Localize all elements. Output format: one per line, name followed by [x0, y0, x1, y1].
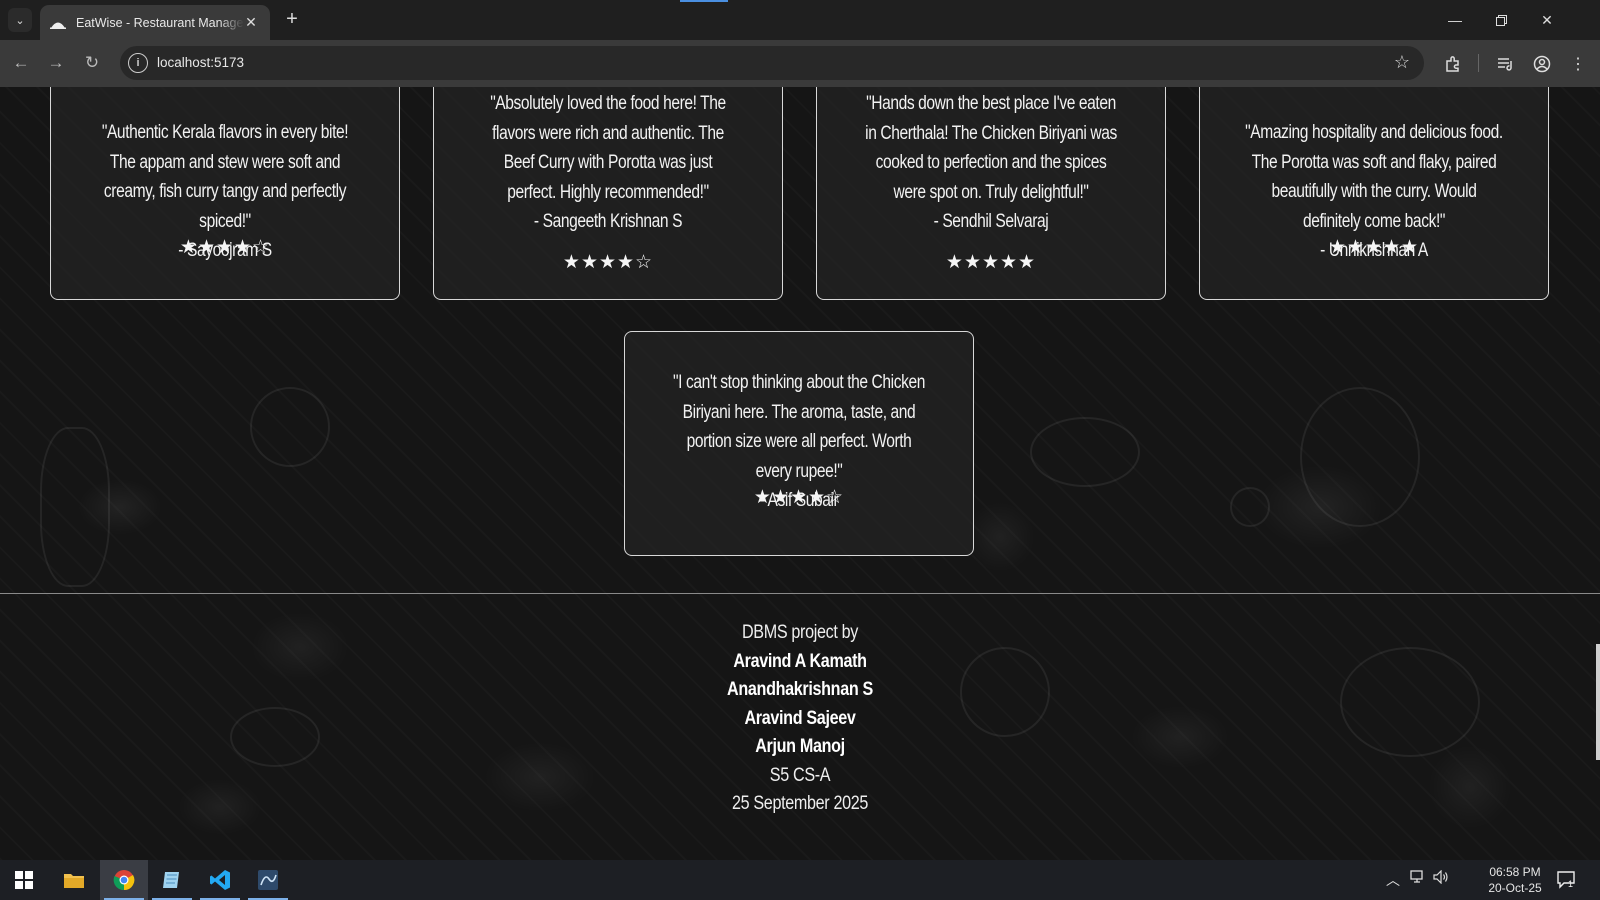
forward-arrow-icon[interactable]: →: [43, 50, 69, 76]
minimize-icon[interactable]: —: [1432, 0, 1478, 40]
bookmark-star-icon[interactable]: ☆: [1394, 52, 1410, 73]
review-quote: "Absolutely loved the food here! The fla…: [490, 93, 726, 203]
star-rating: ★★★★★: [1328, 237, 1420, 258]
star-rating: ★★★★☆: [179, 237, 271, 258]
toolbar-divider: [1478, 54, 1479, 72]
review-quote: "I can't stop thinking about the Chicken…: [673, 372, 925, 482]
background-doodle: [1300, 387, 1420, 527]
review-card: "Absolutely loved the food here! The fla…: [433, 87, 783, 300]
database-workbench-icon[interactable]: [244, 860, 292, 900]
tab-strip-accent: [680, 0, 728, 2]
star-rating: ★★★★☆: [562, 252, 654, 273]
tab-favicon-icon: [50, 15, 66, 31]
footer-class: S5 CS-A: [769, 764, 831, 786]
review-card: "Amazing hospitality and delicious food.…: [1199, 87, 1549, 300]
taskbar: ︿ 06:58 PM 20-Oct-25 1: [0, 860, 1600, 900]
chrome-taskbar-icon[interactable]: [100, 860, 148, 900]
new-tab-button[interactable]: +: [280, 8, 304, 32]
browser-tab[interactable]: EatWise - Restaurant Management ✕: [40, 5, 270, 40]
background-doodle: [1230, 487, 1270, 527]
site-info-icon[interactable]: i: [128, 53, 148, 73]
team-member: Anandhakrishnan S: [727, 679, 873, 700]
footer: DBMS project by Aravind A Kamath Anandha…: [0, 619, 1600, 819]
review-card: "Hands down the best place I've eaten in…: [816, 87, 1166, 300]
page-content: "Authentic Kerala flavors in every bite!…: [0, 87, 1600, 860]
close-window-icon[interactable]: ✕: [1524, 0, 1570, 40]
page-scrollbar-thumb[interactable]: [1596, 644, 1600, 760]
review-quote: "Amazing hospitality and delicious food.…: [1245, 122, 1503, 232]
address-bar[interactable]: i localhost:5173 ☆: [120, 46, 1424, 80]
tab-title: EatWise - Restaurant Management: [76, 15, 244, 30]
review-quote: "Authentic Kerala flavors in every bite!…: [101, 122, 349, 232]
browser-menu-icon[interactable]: ⋮: [1566, 52, 1590, 76]
file-explorer-icon[interactable]: [50, 860, 98, 900]
show-hidden-icons-chevron-icon[interactable]: ︿: [1386, 870, 1400, 890]
system-clock[interactable]: 06:58 PM 20-Oct-25: [1478, 864, 1552, 896]
extensions-icon[interactable]: [1441, 52, 1465, 76]
notification-count: 1: [1568, 879, 1574, 889]
team-member: Arjun Manoj: [755, 736, 845, 757]
clock-date: 20-Oct-25: [1488, 881, 1542, 895]
tab-search-chevron-icon[interactable]: ⌄: [8, 8, 32, 32]
background-doodle: [250, 387, 330, 467]
restore-icon[interactable]: [1478, 0, 1524, 40]
profile-avatar-icon[interactable]: [1530, 52, 1554, 76]
review-card: "Authentic Kerala flavors in every bite!…: [50, 87, 400, 300]
star-rating: ★★★★☆: [753, 487, 845, 508]
review-quote: "Hands down the best place I've eaten in…: [865, 93, 1117, 203]
background-doodle: [1030, 417, 1140, 487]
review-author: - Sendhil Selvaraj: [933, 211, 1049, 232]
back-arrow-icon[interactable]: ←: [8, 50, 34, 76]
review-card: "I can't stop thinking about the Chicken…: [624, 331, 974, 556]
start-windows-icon[interactable]: [0, 860, 48, 900]
review-author: - Sangeeth Krishnan S: [533, 211, 683, 232]
browser-tab-bar: ⌄ EatWise - Restaurant Management ✕ + — …: [0, 0, 1600, 40]
url-text[interactable]: localhost:5173: [157, 55, 244, 70]
reload-icon[interactable]: ↻: [79, 50, 105, 76]
footer-date: 25 September 2025: [731, 793, 869, 814]
vscode-icon[interactable]: [196, 860, 244, 900]
footer-divider: [0, 593, 1600, 594]
background-doodle: [40, 427, 110, 587]
footer-intro: DBMS project by: [741, 622, 859, 643]
team-member: Aravind Sajeev: [744, 707, 856, 729]
volume-icon[interactable]: [1433, 869, 1449, 887]
tab-close-icon[interactable]: ✕: [242, 13, 260, 31]
star-rating: ★★★★★: [945, 252, 1037, 273]
notification-center-icon[interactable]: 1: [1556, 869, 1578, 891]
media-controls-icon[interactable]: [1494, 52, 1518, 76]
team-member: Aravind A Kamath: [733, 650, 867, 672]
network-icon[interactable]: [1410, 870, 1426, 887]
clock-time: 06:58 PM: [1489, 865, 1541, 879]
notes-app-icon[interactable]: [148, 860, 196, 900]
browser-toolbar: ← → ↻ i localhost:5173 ☆ ⋮: [0, 40, 1600, 87]
